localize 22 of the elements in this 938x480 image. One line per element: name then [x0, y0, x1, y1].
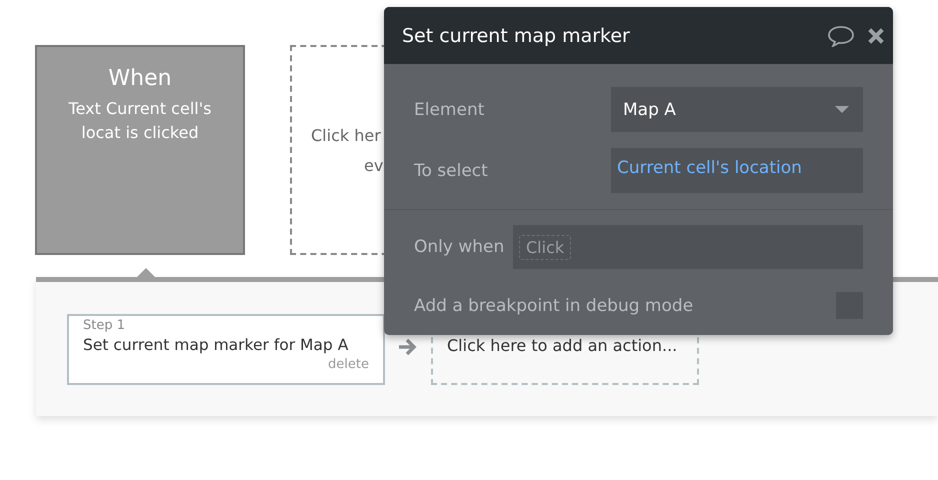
- caret-icon: [835, 106, 849, 113]
- popup-title: Set current map marker: [402, 24, 631, 46]
- speech-bubble-icon[interactable]: [827, 24, 855, 46]
- close-icon[interactable]: [867, 26, 885, 44]
- trigger-description: Text Current cell's locat is clicked: [68, 98, 212, 144]
- placeholder-text: Click her: [311, 125, 381, 147]
- field-label: To select: [414, 160, 489, 180]
- action-step-card[interactable]: Step 1 Set current map marker for Map A delete: [67, 314, 385, 385]
- delete-link[interactable]: delete: [83, 356, 369, 373]
- expression-field[interactable]: Current cell's location: [611, 148, 863, 193]
- step-text: Set current map marker for Map A: [83, 335, 350, 356]
- step-label: Step 1: [83, 317, 126, 334]
- element-dropdown[interactable]: Map A: [611, 87, 863, 132]
- field-label: Only when: [414, 237, 506, 257]
- condition-field[interactable]: Click: [513, 225, 863, 269]
- arrow-icon: [398, 338, 418, 356]
- field-label: Add a breakpoint in debug mode: [414, 296, 694, 316]
- trigger-title: When: [107, 65, 173, 93]
- trigger-card[interactable]: When Text Current cell's locat is clicked: [35, 45, 245, 255]
- click-placeholder: Click: [519, 234, 572, 260]
- placeholder-text: ev: [364, 155, 384, 177]
- field-label: Element: [414, 100, 486, 120]
